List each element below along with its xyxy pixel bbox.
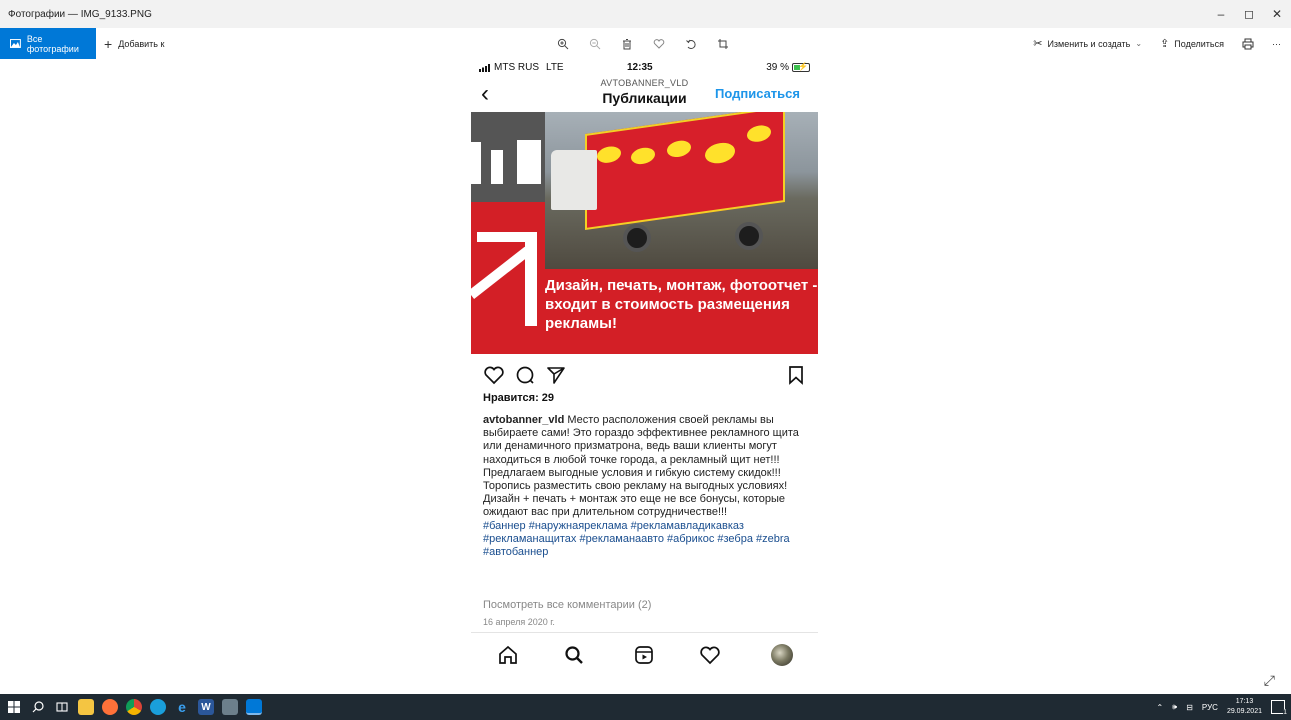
phone-status-bar: MTS RUS LTE 12:35 39 % ⚡	[471, 58, 818, 78]
send-icon[interactable]	[545, 364, 567, 386]
more-button[interactable]: ···	[1272, 39, 1281, 49]
logo-shape	[471, 142, 481, 184]
view-comments-link[interactable]: Посмотреть все комментарии (2)	[483, 599, 651, 611]
notification-count: 1	[1283, 709, 1287, 716]
crop-icon[interactable]	[716, 37, 730, 51]
photos-icon	[10, 39, 21, 48]
right-tools: ✂ Изменить и создать ⌄ ⇪ Поделиться ···	[1033, 28, 1281, 59]
caption-text-2: Предлагаем выгодные условия и гибкую сис…	[483, 466, 788, 519]
image-app-icon[interactable]	[222, 699, 238, 715]
caption-username[interactable]: avtobanner_vld	[483, 414, 564, 426]
print-button[interactable]	[1242, 38, 1254, 50]
home-icon[interactable]	[497, 644, 519, 666]
expand-icon[interactable]: ⤢	[1264, 672, 1275, 689]
bookmark-icon[interactable]	[785, 364, 807, 386]
window-title: Фотографии — IMG_9133.PNG	[8, 8, 152, 20]
clock-time: 17:13	[1235, 698, 1254, 705]
chevron-up-icon[interactable]: ⌃	[1156, 703, 1163, 712]
screenshot-image: MTS RUS LTE 12:35 39 % ⚡ ‹ AVTOBANNER_VL…	[471, 58, 818, 678]
signal-icon	[479, 63, 490, 72]
add-to-label: Добавить к	[118, 38, 165, 49]
share-button[interactable]: ⇪ Поделиться	[1160, 37, 1224, 50]
edit-create-label: Изменить и создать	[1047, 38, 1131, 49]
edit-icon: ✂	[1033, 38, 1043, 50]
share-icon: ⇪	[1160, 38, 1170, 50]
all-photos-label: Все фотографии	[26, 33, 79, 54]
file-explorer-icon[interactable]	[78, 699, 94, 715]
image-tools	[556, 28, 730, 59]
heart-icon[interactable]	[483, 364, 505, 386]
delete-icon[interactable]	[620, 37, 634, 51]
post-image: Дизайн, печать, монтаж, фотоотчет - вход…	[471, 112, 818, 354]
logo-shape	[471, 246, 531, 299]
photos-app-icon[interactable]	[246, 699, 262, 715]
print-icon	[1242, 38, 1254, 49]
chrome-icon[interactable]	[126, 699, 142, 715]
phone-time: 12:35	[627, 62, 653, 73]
favorite-icon[interactable]	[652, 37, 666, 51]
post-caption: avtobanner_vld Место расположения своей …	[483, 414, 809, 559]
language-indicator[interactable]: РУС	[1202, 703, 1218, 712]
maximize-button[interactable]: ◻	[1235, 0, 1263, 28]
zoom-out-icon[interactable]	[588, 37, 602, 51]
search-icon[interactable]	[563, 644, 585, 666]
edit-create-button[interactable]: ✂ Изменить и создать ⌄	[1033, 37, 1142, 50]
all-photos-button[interactable]: Все фотографии	[0, 28, 96, 59]
truck-cab	[551, 150, 597, 210]
system-tray: ⌃ 🕪 ⊟ РУС 17:13 29.09.2021 1	[1156, 694, 1287, 720]
carrier-name: MTS RUS	[494, 62, 539, 73]
truck-wheel	[735, 222, 763, 250]
windows-start-icon[interactable]	[6, 699, 22, 715]
truck-wheel	[623, 224, 651, 252]
divider	[471, 632, 818, 633]
logo-shape	[517, 140, 541, 184]
close-button[interactable]: ✕	[1263, 0, 1291, 28]
activity-heart-icon[interactable]	[699, 644, 721, 666]
battery-icon: ⚡	[792, 62, 810, 72]
post-date: 16 апреля 2020 г.	[483, 617, 555, 627]
volume-icon[interactable]: 🕪	[1172, 702, 1177, 712]
zoom-in-icon[interactable]	[556, 37, 570, 51]
add-to-button[interactable]: + Добавить к	[104, 28, 164, 59]
banner-text: Дизайн, печать, монтаж, фотоотчет - вход…	[545, 277, 818, 332]
post-actions	[471, 362, 818, 388]
internet-explorer-icon[interactable]: e	[174, 699, 190, 715]
minimize-button[interactable]: –	[1207, 0, 1235, 28]
task-view-icon[interactable]	[54, 699, 70, 715]
app-toolbar: Все фотографии + Добавить к ✂ Изменить и…	[0, 28, 1291, 60]
notifications-icon[interactable]: 1	[1271, 700, 1287, 716]
profile-avatar[interactable]	[771, 644, 793, 666]
title-bar: Фотографии — IMG_9133.PNG – ◻ ✕	[0, 0, 1291, 28]
clock-date: 29.09.2021	[1226, 708, 1262, 715]
carrier-info: MTS RUS LTE	[479, 62, 564, 73]
hashtags[interactable]: #баннер #наружнаяреклама #рекламавладика…	[483, 520, 809, 560]
subscribe-button[interactable]: Подписаться	[715, 86, 800, 101]
battery-percent: 39 %	[766, 62, 789, 73]
comment-icon[interactable]	[514, 364, 536, 386]
network-icon[interactable]: ⊟	[1186, 703, 1193, 712]
edge-icon[interactable]	[150, 699, 166, 715]
search-icon[interactable]	[30, 699, 46, 715]
taskbar-apps: e W	[6, 694, 262, 720]
battery-info: 39 % ⚡	[766, 62, 810, 73]
clock[interactable]: 17:13 29.09.2021	[1227, 697, 1262, 717]
chevron-down-icon: ⌄	[1135, 39, 1143, 48]
network-type: LTE	[546, 62, 564, 73]
firefox-icon[interactable]	[102, 699, 118, 715]
truck-photo	[545, 112, 818, 269]
window-controls: – ◻ ✕	[1207, 0, 1291, 28]
plus-icon: +	[104, 35, 113, 52]
reels-icon[interactable]	[633, 644, 655, 666]
truck-banner	[585, 112, 785, 231]
windows-taskbar: e W ⌃ 🕪 ⊟ РУС 17:13 29.09.2021 1	[0, 694, 1291, 720]
rotate-icon[interactable]	[684, 37, 698, 51]
word-icon[interactable]: W	[198, 699, 214, 715]
logo-shape	[491, 150, 503, 184]
likes-count: Нравится: 29	[483, 392, 555, 404]
instagram-header: ‹ AVTOBANNER_VLD Публикации Подписаться	[471, 78, 818, 112]
share-label: Поделиться	[1174, 38, 1224, 49]
instagram-bottom-nav	[471, 638, 818, 674]
